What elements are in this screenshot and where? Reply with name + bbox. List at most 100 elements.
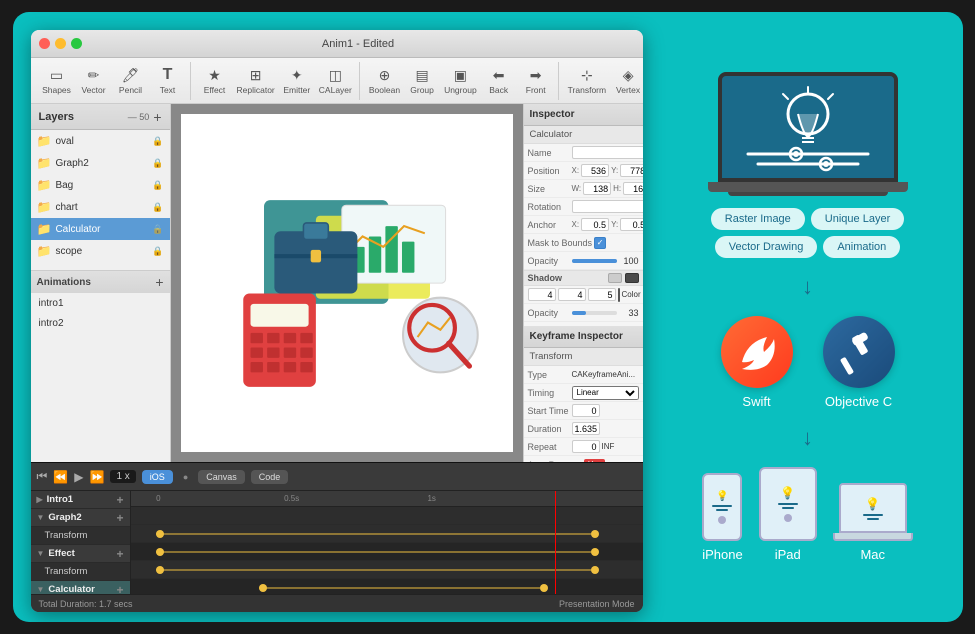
- iphone-label: iPhone: [702, 547, 742, 562]
- step-fwd-button[interactable]: ⏩: [90, 470, 105, 484]
- close-button[interactable]: [39, 38, 50, 49]
- track-content-graph2: [131, 525, 643, 543]
- time-mark-0-5: 0.5s: [284, 491, 299, 506]
- objc-circle: [823, 316, 895, 388]
- laptop-screen-svg: [728, 82, 888, 172]
- timeline-area: ⏮ ⏪ ▶ ⏩ 1 x iOS ● Canvas Code ▶ Intro1: [31, 462, 643, 612]
- name-input[interactable]: [572, 146, 643, 159]
- anim-intro2[interactable]: intro2: [31, 313, 170, 333]
- inspector-size-row: Size W: H:: [524, 180, 643, 198]
- front-tool[interactable]: ➡ Front: [518, 62, 554, 100]
- code-button[interactable]: Code: [251, 470, 289, 484]
- layer-graph2[interactable]: 📁 Graph2 🔒: [31, 152, 170, 174]
- go-start-button[interactable]: ⏮: [37, 469, 48, 484]
- track-content-effect: [131, 561, 643, 579]
- ipad-home-button: [784, 514, 792, 522]
- anchor-y-input[interactable]: [620, 218, 642, 231]
- keyframe-line: [156, 569, 591, 571]
- kf-starttime-row: Start Time: [524, 402, 643, 420]
- title-bar: Anim1 - Edited: [31, 30, 643, 58]
- maximize-button[interactable]: [71, 38, 82, 49]
- size-h-input[interactable]: [623, 182, 642, 195]
- anim-intro1[interactable]: intro1: [31, 293, 170, 313]
- canvas-button[interactable]: Canvas: [198, 470, 245, 484]
- play-button[interactable]: ▶: [74, 470, 83, 484]
- ipad-label: iPad: [775, 547, 801, 562]
- shadow-x-input[interactable]: [528, 288, 556, 301]
- repeat-input[interactable]: [572, 440, 600, 453]
- track-content-intro1: [131, 507, 643, 525]
- minimize-button[interactable]: [55, 38, 66, 49]
- swift-svg: [732, 327, 782, 377]
- playhead[interactable]: [555, 491, 556, 594]
- canvas-label: ●: [179, 470, 192, 484]
- shadow-blur-input[interactable]: [588, 288, 616, 301]
- layer-scope[interactable]: 📁 scope 🔒: [31, 240, 170, 262]
- track-content: 0 0.5s 1s: [131, 491, 643, 594]
- phone-bulb-icon: 💡: [716, 491, 728, 502]
- kf-type-row: Type CAKeyframeAni...: [524, 366, 643, 384]
- pos-y-input[interactable]: [620, 164, 642, 177]
- vector-tool[interactable]: ✏ Vector: [76, 62, 112, 100]
- presentation-mode: Presentation Mode: [559, 599, 635, 609]
- layer-calculator[interactable]: 📁 Calculator 🔒: [31, 218, 170, 240]
- shapes-tool[interactable]: ▭ Shapes: [39, 62, 75, 100]
- shadow-off-btn[interactable]: [608, 273, 622, 283]
- shadow-opacity-slider[interactable]: [572, 311, 617, 315]
- add-animation-button[interactable]: +: [155, 274, 163, 290]
- emitter-tool[interactable]: ✦ Emitter: [279, 62, 315, 100]
- replicator-tool[interactable]: ⊞ Replicator: [234, 62, 278, 100]
- start-time-input[interactable]: [572, 404, 600, 417]
- layer-chart[interactable]: 📁 chart 🔒: [31, 196, 170, 218]
- mask-bounds-checkbox[interactable]: [594, 237, 606, 249]
- vertex-tool[interactable]: ◈ Vertex: [610, 62, 642, 100]
- pos-x-input[interactable]: [581, 164, 609, 177]
- ios-button[interactable]: iOS: [142, 470, 173, 484]
- inspector-anchor-row: Anchor X: Y:: [524, 216, 643, 234]
- lock-icon: 🔒: [152, 202, 163, 213]
- track-content-transform2: [131, 579, 643, 594]
- shadow-y-input[interactable]: [558, 288, 586, 301]
- rotation-input[interactable]: [572, 200, 643, 213]
- anchor-x-input[interactable]: [581, 218, 609, 231]
- folder-icon: 📁: [37, 156, 52, 170]
- canvas-area[interactable]: [171, 104, 523, 462]
- laptop-screen: [718, 72, 898, 182]
- shadow-on-btn[interactable]: [625, 273, 639, 283]
- step-back-button[interactable]: ⏪: [53, 470, 68, 484]
- add-layer-button[interactable]: +: [153, 109, 161, 125]
- pencil-tool[interactable]: 🖊 Pencil: [113, 62, 149, 100]
- animations-title: Animations: [37, 277, 91, 288]
- inspector-opacity-row: Opacity 100: [524, 252, 643, 270]
- group-tool[interactable]: ▤ Group: [404, 62, 440, 100]
- layer-oval[interactable]: 📁 oval 🔒: [31, 130, 170, 152]
- layer-bag[interactable]: 📁 Bag 🔒: [31, 174, 170, 196]
- time-header: 0 0.5s 1s: [131, 491, 643, 507]
- back-tool[interactable]: ⬅ Back: [481, 62, 517, 100]
- home-button: [718, 516, 726, 524]
- keyframe-dot: [591, 566, 599, 574]
- transform-tool[interactable]: ⊹ Transform: [565, 62, 609, 100]
- track-effect: ▼ Effect +: [31, 545, 130, 563]
- mac-item: 💡 Mac: [833, 483, 913, 562]
- ipad-device: 💡: [759, 467, 817, 541]
- badge-unique: Unique Layer: [811, 208, 904, 230]
- size-w-input[interactable]: [583, 182, 611, 195]
- keyframe-inspector-title: Keyframe Inspector: [524, 326, 643, 348]
- calayer-tool[interactable]: ◫ CALayer: [316, 62, 355, 100]
- boolean-tool[interactable]: ⊕ Boolean: [366, 62, 403, 100]
- text-tool[interactable]: T Text: [150, 62, 186, 100]
- shadow-section: Shadow: [524, 270, 643, 286]
- effect-tool[interactable]: ★ Effect: [197, 62, 233, 100]
- ipad-item: 💡 iPad: [759, 467, 817, 562]
- shadow-color-btn[interactable]: [618, 288, 620, 302]
- playback-speed[interactable]: 1 x: [110, 470, 135, 483]
- timing-select[interactable]: Linear: [572, 386, 639, 400]
- inspector-title: Inspector: [524, 104, 643, 126]
- keyframe-line: [156, 551, 591, 553]
- badge-animation: Animation: [823, 236, 900, 258]
- lock-icon: 🔒: [152, 224, 163, 235]
- duration-input[interactable]: [572, 422, 600, 435]
- opacity-slider[interactable]: [572, 259, 617, 263]
- ungroup-tool[interactable]: ▣ Ungroup: [441, 62, 480, 100]
